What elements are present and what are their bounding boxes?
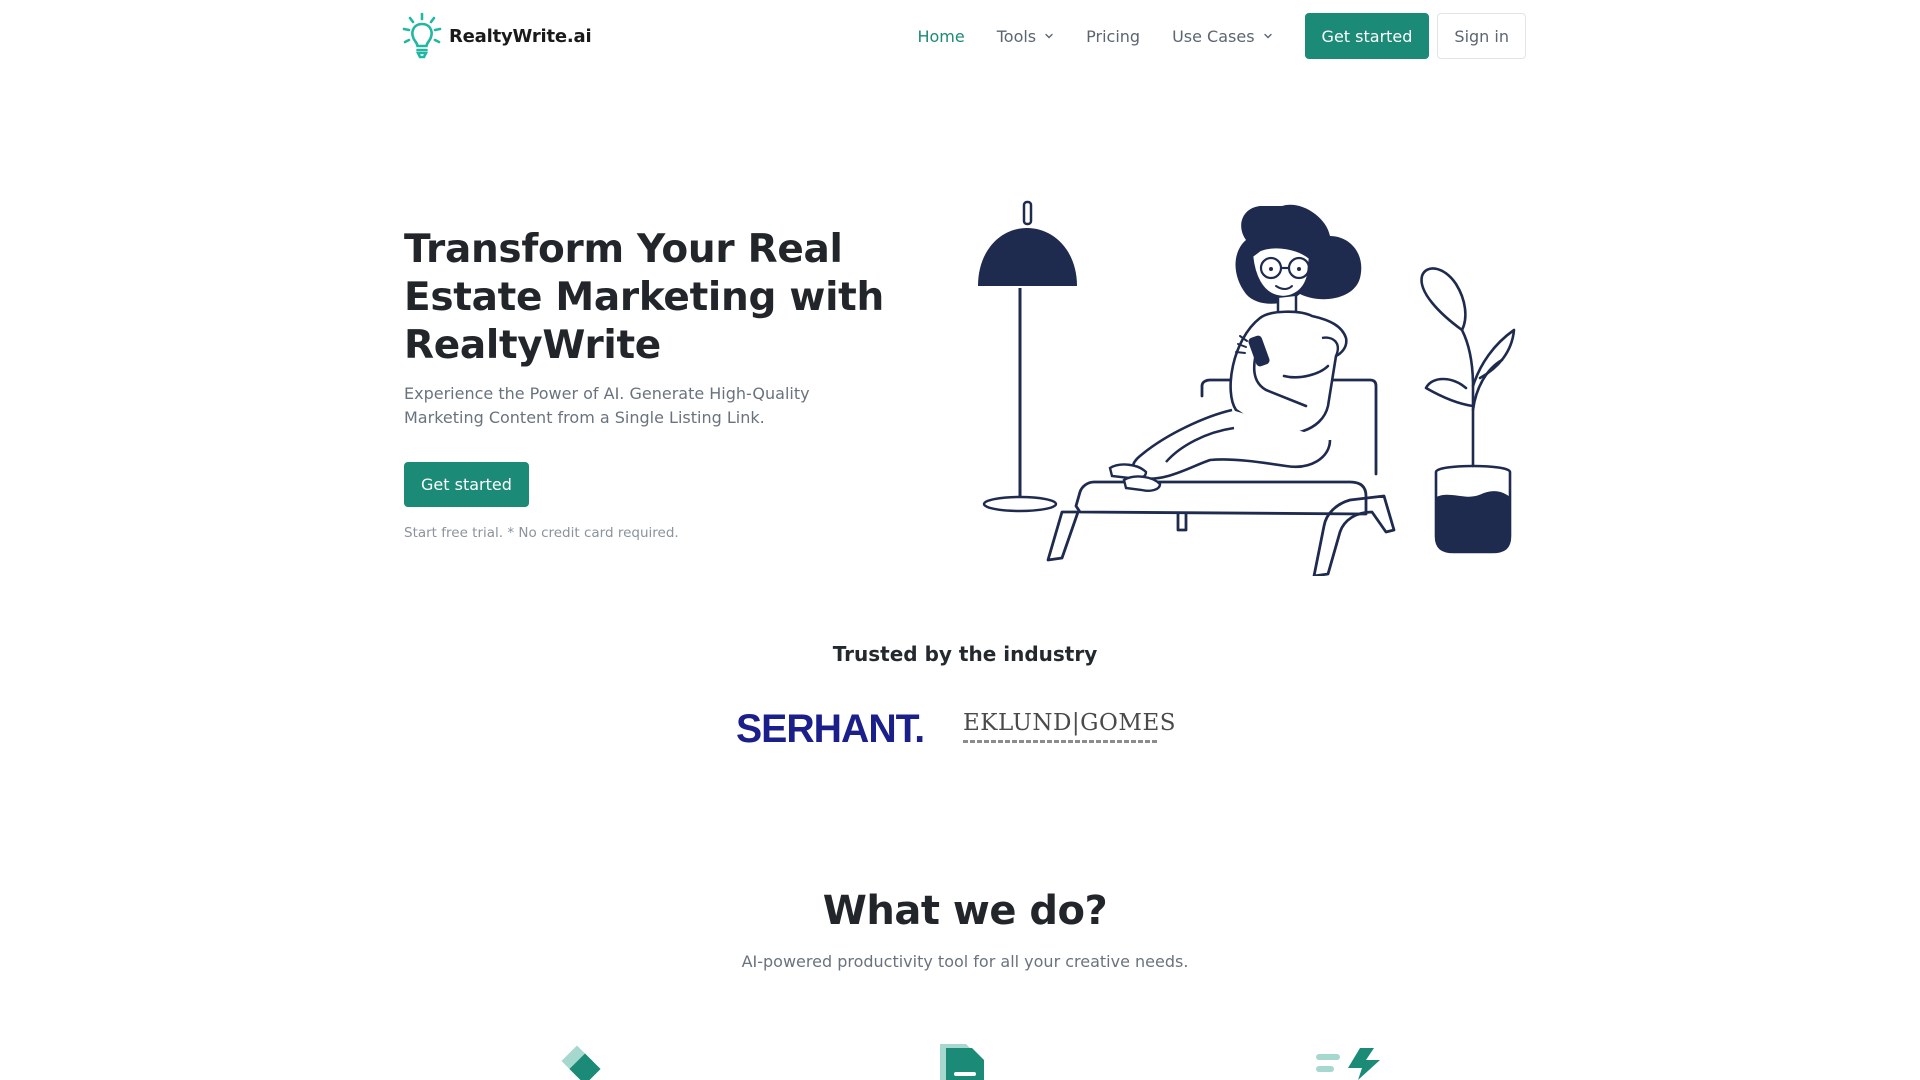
diamond-shapes-icon [561, 1045, 601, 1080]
nav-link-tools[interactable]: Tools [997, 27, 1054, 46]
hero-illustration [978, 200, 1516, 576]
chevron-down-icon [1045, 33, 1053, 39]
trusted-title: Trusted by the industry [832, 642, 1098, 666]
sign-in-button[interactable]: Sign in [1437, 13, 1526, 59]
nav-link-home[interactable]: Home [917, 27, 964, 46]
eklund-gomes-logo: EKLUND|GOMES [963, 710, 1177, 743]
serhant-logo: SERHANT. [736, 707, 925, 751]
nav-link-home-label: Home [917, 26, 965, 46]
what-we-do-subtitle: AI-powered productivity tool for all you… [741, 952, 1189, 971]
hero-get-started-button[interactable]: Get started [404, 462, 529, 507]
top-nav: RealtyWrite.ai Home Tools Pricing Use Ca… [0, 0, 1920, 72]
lightbulb-logo-icon [402, 12, 442, 59]
hero-note: Start free trial. * No credit card requi… [404, 525, 679, 541]
nav-links: Home Tools Pricing Use Cases Get started… [917, 13, 1526, 59]
nav-link-pricing[interactable]: Pricing [1086, 27, 1140, 46]
logo-text: RealtyWrite.ai [449, 25, 592, 47]
eklund-gomes-tagline [963, 740, 1157, 743]
floor-lamp-illustration [978, 200, 1077, 513]
nav-link-use-cases-label: Use Cases [1172, 26, 1255, 46]
potted-plant-illustration [1420, 267, 1516, 554]
logo-link[interactable]: RealtyWrite.ai [402, 12, 592, 60]
hero-title: Transform Your Real Estate Marketing wit… [404, 227, 884, 368]
document-icon [940, 1044, 984, 1080]
eklund-gomes-logo-text: EKLUND|GOMES [963, 710, 1177, 736]
nav-link-pricing-label: Pricing [1086, 26, 1141, 46]
nav-get-started-button[interactable]: Get started [1304, 13, 1430, 59]
hero-subtitle: Experience the Power of AI. Generate Hig… [404, 384, 810, 427]
chevron-down-icon [1263, 33, 1272, 39]
lounge-chair-illustration [1046, 378, 1396, 576]
what-we-do-title: What we do? [822, 888, 1108, 934]
nav-link-tools-label: Tools [996, 26, 1037, 46]
lightning-bolt-icon [1316, 1048, 1380, 1080]
nav-link-use-cases[interactable]: Use Cases [1172, 27, 1272, 46]
woman-illustration [1108, 204, 1362, 492]
